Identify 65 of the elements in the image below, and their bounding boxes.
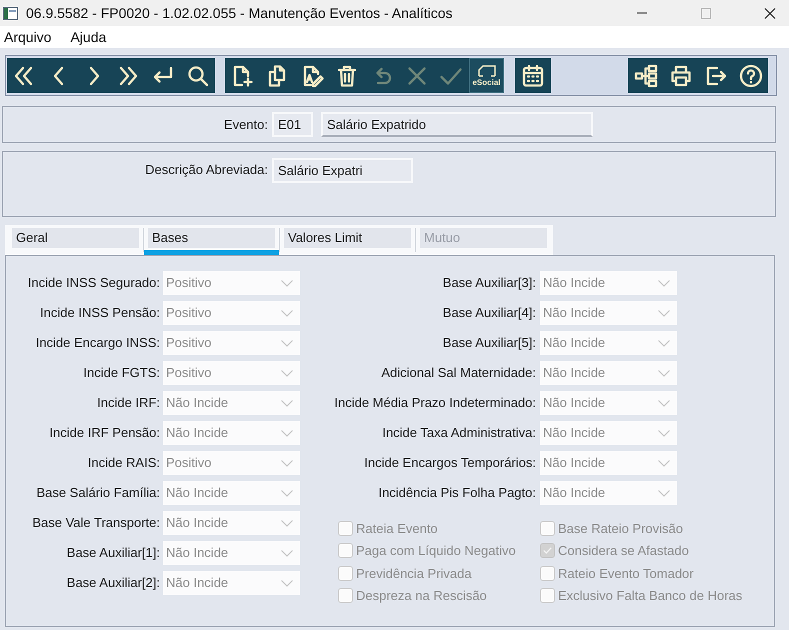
field-label: Incide INSS Segurado: [26,274,160,292]
chevron-down-icon [281,280,293,286]
chevron-down-icon [658,400,670,406]
chevron-down-icon [281,340,293,346]
chevron-down-icon [658,280,670,286]
checkbox-label: Base Rateio Provisão [558,520,684,538]
field-label: Base Vale Transporte: [31,514,160,532]
chevron-down-icon [281,460,293,466]
field-label: Incide FGTS: [82,364,160,382]
printer-icon [668,64,692,88]
window-title: 06.9.5582 - FP0020 - 1.02.02.055 - Manutenção Eventos - Analíticos [26,4,452,23]
field-label: Incidência Pis Folha Pagto: [377,484,536,502]
esocial-button[interactable]: eSocial [469,58,504,93]
menu-item[interactable]: Arquivo [4,27,52,47]
checkbox-label: Rateio Evento Tomador [558,564,694,582]
chevron-down-icon [281,370,293,376]
field-label: Incide Encargos Temporários: [363,454,536,472]
document-outline-icon [476,64,496,76]
field-label: Incide IRF: [96,394,160,412]
field-label: Base Auxiliar[4]: [442,304,536,322]
help-icon [738,64,762,88]
chevron-down-icon [658,370,670,376]
checkbox-label: Exclusivo Falta Banco de Horas [558,587,742,605]
maximize-icon [700,8,712,18]
menu-item[interactable]: Ajuda [70,27,106,47]
chevron-down-icon [658,310,670,316]
chevron-down-icon [281,430,293,436]
search-icon [186,64,210,88]
short-description-field[interactable]: Salário Expatri [272,158,413,183]
check-icon [543,547,552,554]
field-label: Adicional Sal Maternidade: [380,364,536,382]
chevron-down-icon [658,430,670,436]
chevron-down-icon [658,490,670,496]
field-label: Incide INSS Pensão: [39,304,160,322]
event-name-field[interactable]: Salário Expatrido [321,112,593,137]
chevron-down-icon [281,520,293,526]
chevron-down-icon [281,580,293,586]
field-label: Base Salário Família: [35,484,160,502]
event-code-field[interactable]: E01 [272,112,313,137]
chevron-down-icon [281,490,293,496]
field-label: Base Auxiliar[1]: [66,544,160,562]
field-label: Incide Encargo INSS: [34,334,160,352]
chevron-down-icon [658,340,670,346]
hierarchy-icon [634,64,658,88]
field-label: Incide Média Prazo Indeterminado: [333,394,536,412]
field-label: Incide RAIS: [86,454,160,472]
checkbox-label: Previdência Privada [356,564,472,582]
field-label: Incide Taxa Administrativa: [381,424,536,442]
chevron-down-icon [281,400,293,406]
field-label: Evento: [222,116,268,134]
chevron-down-icon [281,550,293,556]
field-label: Base Auxiliar[5]: [442,334,536,352]
checkbox-label: Rateia Evento [356,520,438,538]
field-label: Base Auxiliar[2]: [66,574,160,592]
field-label: Descrição Abreviada: [144,161,268,179]
field-label: Incide IRF Pensão: [48,424,160,442]
chevron-down-icon [281,310,293,316]
calendar-icon [521,64,545,88]
chevron-down-icon [658,460,670,466]
close-icon [764,8,776,18]
checkbox-label: Paga com Líquido Negativo [356,542,516,560]
checkbox-label: Despreza na Rescisão [356,587,487,605]
checkbox-label: Considera se Afastado [558,542,689,560]
field-label: Base Auxiliar[3]: [442,274,536,292]
app-icon [3,6,18,20]
